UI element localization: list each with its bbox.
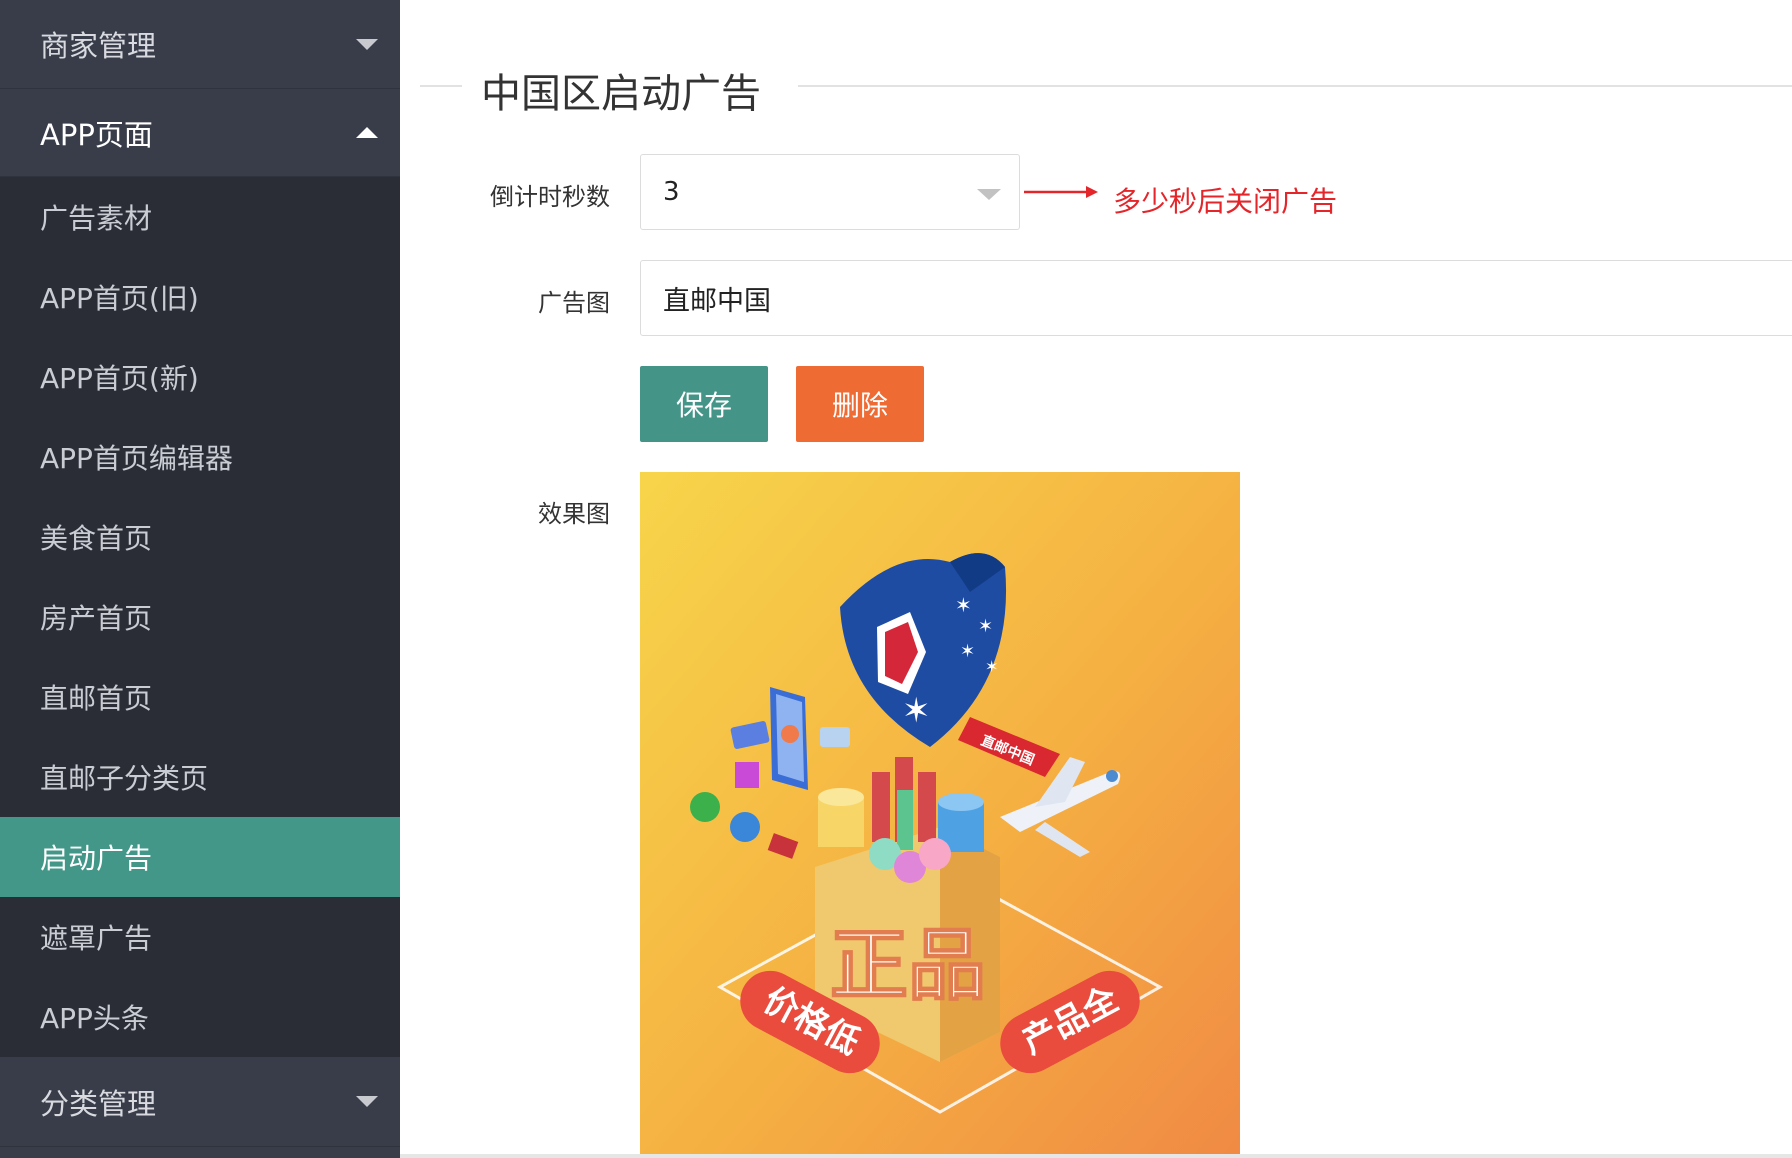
- sidebar-group-category[interactable]: 分类管理: [0, 1057, 400, 1147]
- sidebar-item-label: 美食首页: [40, 522, 153, 555]
- sidebar-item-food-home[interactable]: 美食首页: [0, 497, 400, 577]
- submenu-app-pages: 广告素材 APP首页(旧) APP首页(新) APP首页编辑器 美食首页 房产首…: [0, 177, 400, 1057]
- ad-image-label: 广告图: [538, 289, 610, 317]
- sidebar-item-app-home-old[interactable]: APP首页(旧): [0, 257, 400, 337]
- cube-text: 正品: [830, 921, 986, 1011]
- countdown-select[interactable]: 3: [640, 154, 1020, 230]
- sidebar-item-label: 启动广告: [40, 842, 153, 875]
- chevron-down-icon: [977, 189, 1001, 200]
- sidebar-item-direct-mail-home[interactable]: 直邮首页: [0, 657, 400, 737]
- sidebar-item-label: 广告素材: [40, 202, 153, 235]
- ad-preview-image: ✶ ✶ ✶ ✶ ✶ 直邮中国 正品 价格低 产品全: [640, 472, 1240, 1156]
- sidebar-item-label: 直邮子分类页: [40, 762, 209, 795]
- sidebar-group-app-pages[interactable]: APP页面: [0, 89, 400, 177]
- divider: [420, 85, 462, 87]
- star-icon: ✶: [960, 641, 975, 662]
- countdown-value: 3: [663, 177, 680, 207]
- ad-image-value: 直邮中国: [663, 285, 771, 317]
- divider: [798, 85, 1792, 87]
- star-icon: ✶: [978, 616, 993, 637]
- sidebar-item-launch-ad[interactable]: 启动广告: [0, 817, 400, 897]
- sidebar: 商家管理 APP页面 广告素材 APP首页(旧) APP首页(新) APP首页编…: [0, 0, 400, 1158]
- sidebar-group-label: 分类管理: [40, 1086, 157, 1121]
- sidebar-item-label: 房产首页: [40, 602, 153, 635]
- annotation-arrow-icon: [1024, 186, 1098, 198]
- section-header: 中国区启动广告: [420, 58, 1792, 118]
- ad-image-input[interactable]: 直邮中国: [640, 260, 1792, 336]
- star-icon: ✶: [985, 657, 998, 676]
- save-button[interactable]: 保存: [640, 366, 768, 442]
- chevron-down-icon: [356, 1096, 378, 1107]
- chevron-down-icon: [356, 38, 378, 50]
- ad-illustration: ✶ ✶ ✶ ✶ ✶ 直邮中国 正品 价格低 产品全: [640, 472, 1240, 1156]
- sidebar-item-property-home[interactable]: 房产首页: [0, 577, 400, 657]
- sidebar-item-label: APP首页(新): [40, 362, 199, 395]
- sidebar-item-label: APP头条: [40, 1002, 149, 1035]
- sidebar-item-label: 遮罩广告: [40, 922, 153, 955]
- sidebar-item-app-home-editor[interactable]: APP首页编辑器: [0, 417, 400, 497]
- delete-button[interactable]: 删除: [796, 366, 924, 442]
- star-icon: ✶: [902, 691, 931, 731]
- sidebar-item-mask-ad[interactable]: 遮罩广告: [0, 897, 400, 977]
- annotation-text: 多少秒后关闭广告: [1113, 185, 1338, 218]
- sidebar-item-ad-assets[interactable]: 广告素材: [0, 177, 400, 257]
- sidebar-item-app-headlines[interactable]: APP头条: [0, 977, 400, 1057]
- sidebar-item-direct-mail-subcategory[interactable]: 直邮子分类页: [0, 737, 400, 817]
- sidebar-group-label: APP页面: [40, 117, 153, 152]
- chevron-up-icon: [356, 127, 378, 138]
- page-title: 中国区启动广告: [481, 71, 761, 117]
- sidebar-item-label: 直邮首页: [40, 682, 153, 715]
- sidebar-item-app-home-new[interactable]: APP首页(新): [0, 337, 400, 417]
- main-content: 中国区启动广告 倒计时秒数 3 多少秒后关闭广告 广告图 直邮中国 保存 删除 …: [400, 0, 1792, 1158]
- sidebar-item-label: APP首页编辑器: [40, 442, 233, 475]
- countdown-label: 倒计时秒数: [490, 183, 610, 211]
- sidebar-group-label: 商家管理: [40, 29, 157, 63]
- star-icon: ✶: [955, 593, 972, 617]
- preview-label: 效果图: [538, 500, 610, 528]
- sidebar-item-label: APP首页(旧): [40, 282, 199, 315]
- bottom-border: [400, 1154, 1792, 1158]
- sidebar-group-merchant[interactable]: 商家管理: [0, 0, 400, 89]
